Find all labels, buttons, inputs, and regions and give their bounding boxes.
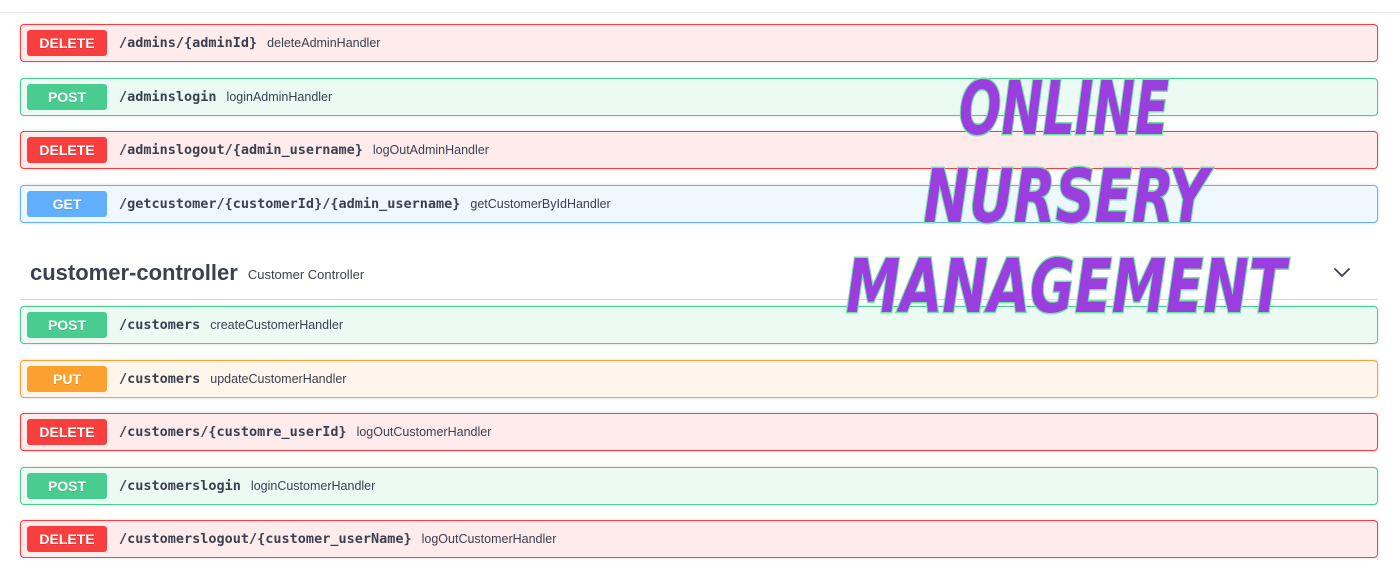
operation-path: /customerslogout/{customer_userName} — [119, 531, 412, 547]
operation-summary: deleteAdminHandler — [267, 36, 381, 50]
operation-path: /adminslogout/{admin_username} — [119, 142, 363, 158]
operation-delete-customerslogout[interactable]: DELETE /customerslogout/{customer_userNa… — [20, 520, 1378, 558]
top-divider — [0, 12, 1400, 13]
method-badge-delete: DELETE — [27, 419, 107, 445]
tag-description: Customer Controller — [247, 266, 365, 282]
operation-path: /customers/{customre_userId} — [119, 424, 347, 440]
method-badge-delete: DELETE — [27, 30, 107, 56]
operation-path: /adminslogin — [119, 89, 217, 105]
logo-line-1: ONLINE — [959, 66, 1169, 152]
operation-put-customers[interactable]: PUT /customers updateCustomerHandler — [20, 360, 1378, 398]
operation-path: /customers — [119, 371, 201, 387]
operation-summary: loginCustomerHandler — [250, 479, 376, 493]
operation-summary: getCustomerByIdHandler — [470, 197, 611, 211]
method-badge-post: POST — [27, 312, 107, 338]
method-badge-delete: DELETE — [27, 137, 107, 163]
operation-summary: logOutCustomerHandler — [421, 532, 557, 546]
logo-line-3: MANAGEMENT — [846, 244, 1290, 326]
operation-summary: createCustomerHandler — [210, 318, 343, 332]
operation-path: /customerslogin — [119, 478, 241, 494]
logo-line-2: NURSERY — [924, 154, 1214, 240]
method-badge-put: PUT — [27, 366, 107, 392]
chevron-down-icon[interactable] — [1332, 262, 1352, 282]
operation-path: /admins/{adminId} — [119, 35, 258, 51]
operation-post-customerslogin[interactable]: POST /customerslogin loginCustomerHandle… — [20, 467, 1378, 505]
method-badge-delete: DELETE — [27, 526, 107, 552]
method-badge-post: POST — [27, 473, 107, 499]
operation-path: /getcustomer/{customerId}/{admin_usernam… — [119, 196, 461, 212]
operation-path: /customers — [119, 317, 201, 333]
method-badge-post: POST — [27, 84, 107, 110]
tag-name: customer-controller — [30, 259, 238, 285]
operation-summary: loginAdminHandler — [226, 90, 333, 104]
operation-summary: logOutCustomerHandler — [356, 425, 492, 439]
method-badge-get: GET — [27, 191, 107, 217]
title-overlay-logo: ONLINE NURSERY MANAGEMENT — [845, 65, 1292, 327]
operation-summary: updateCustomerHandler — [210, 372, 347, 386]
operation-summary: logOutAdminHandler — [372, 143, 489, 157]
operation-delete-customers[interactable]: DELETE /customers/{customre_userId} logO… — [20, 413, 1378, 451]
